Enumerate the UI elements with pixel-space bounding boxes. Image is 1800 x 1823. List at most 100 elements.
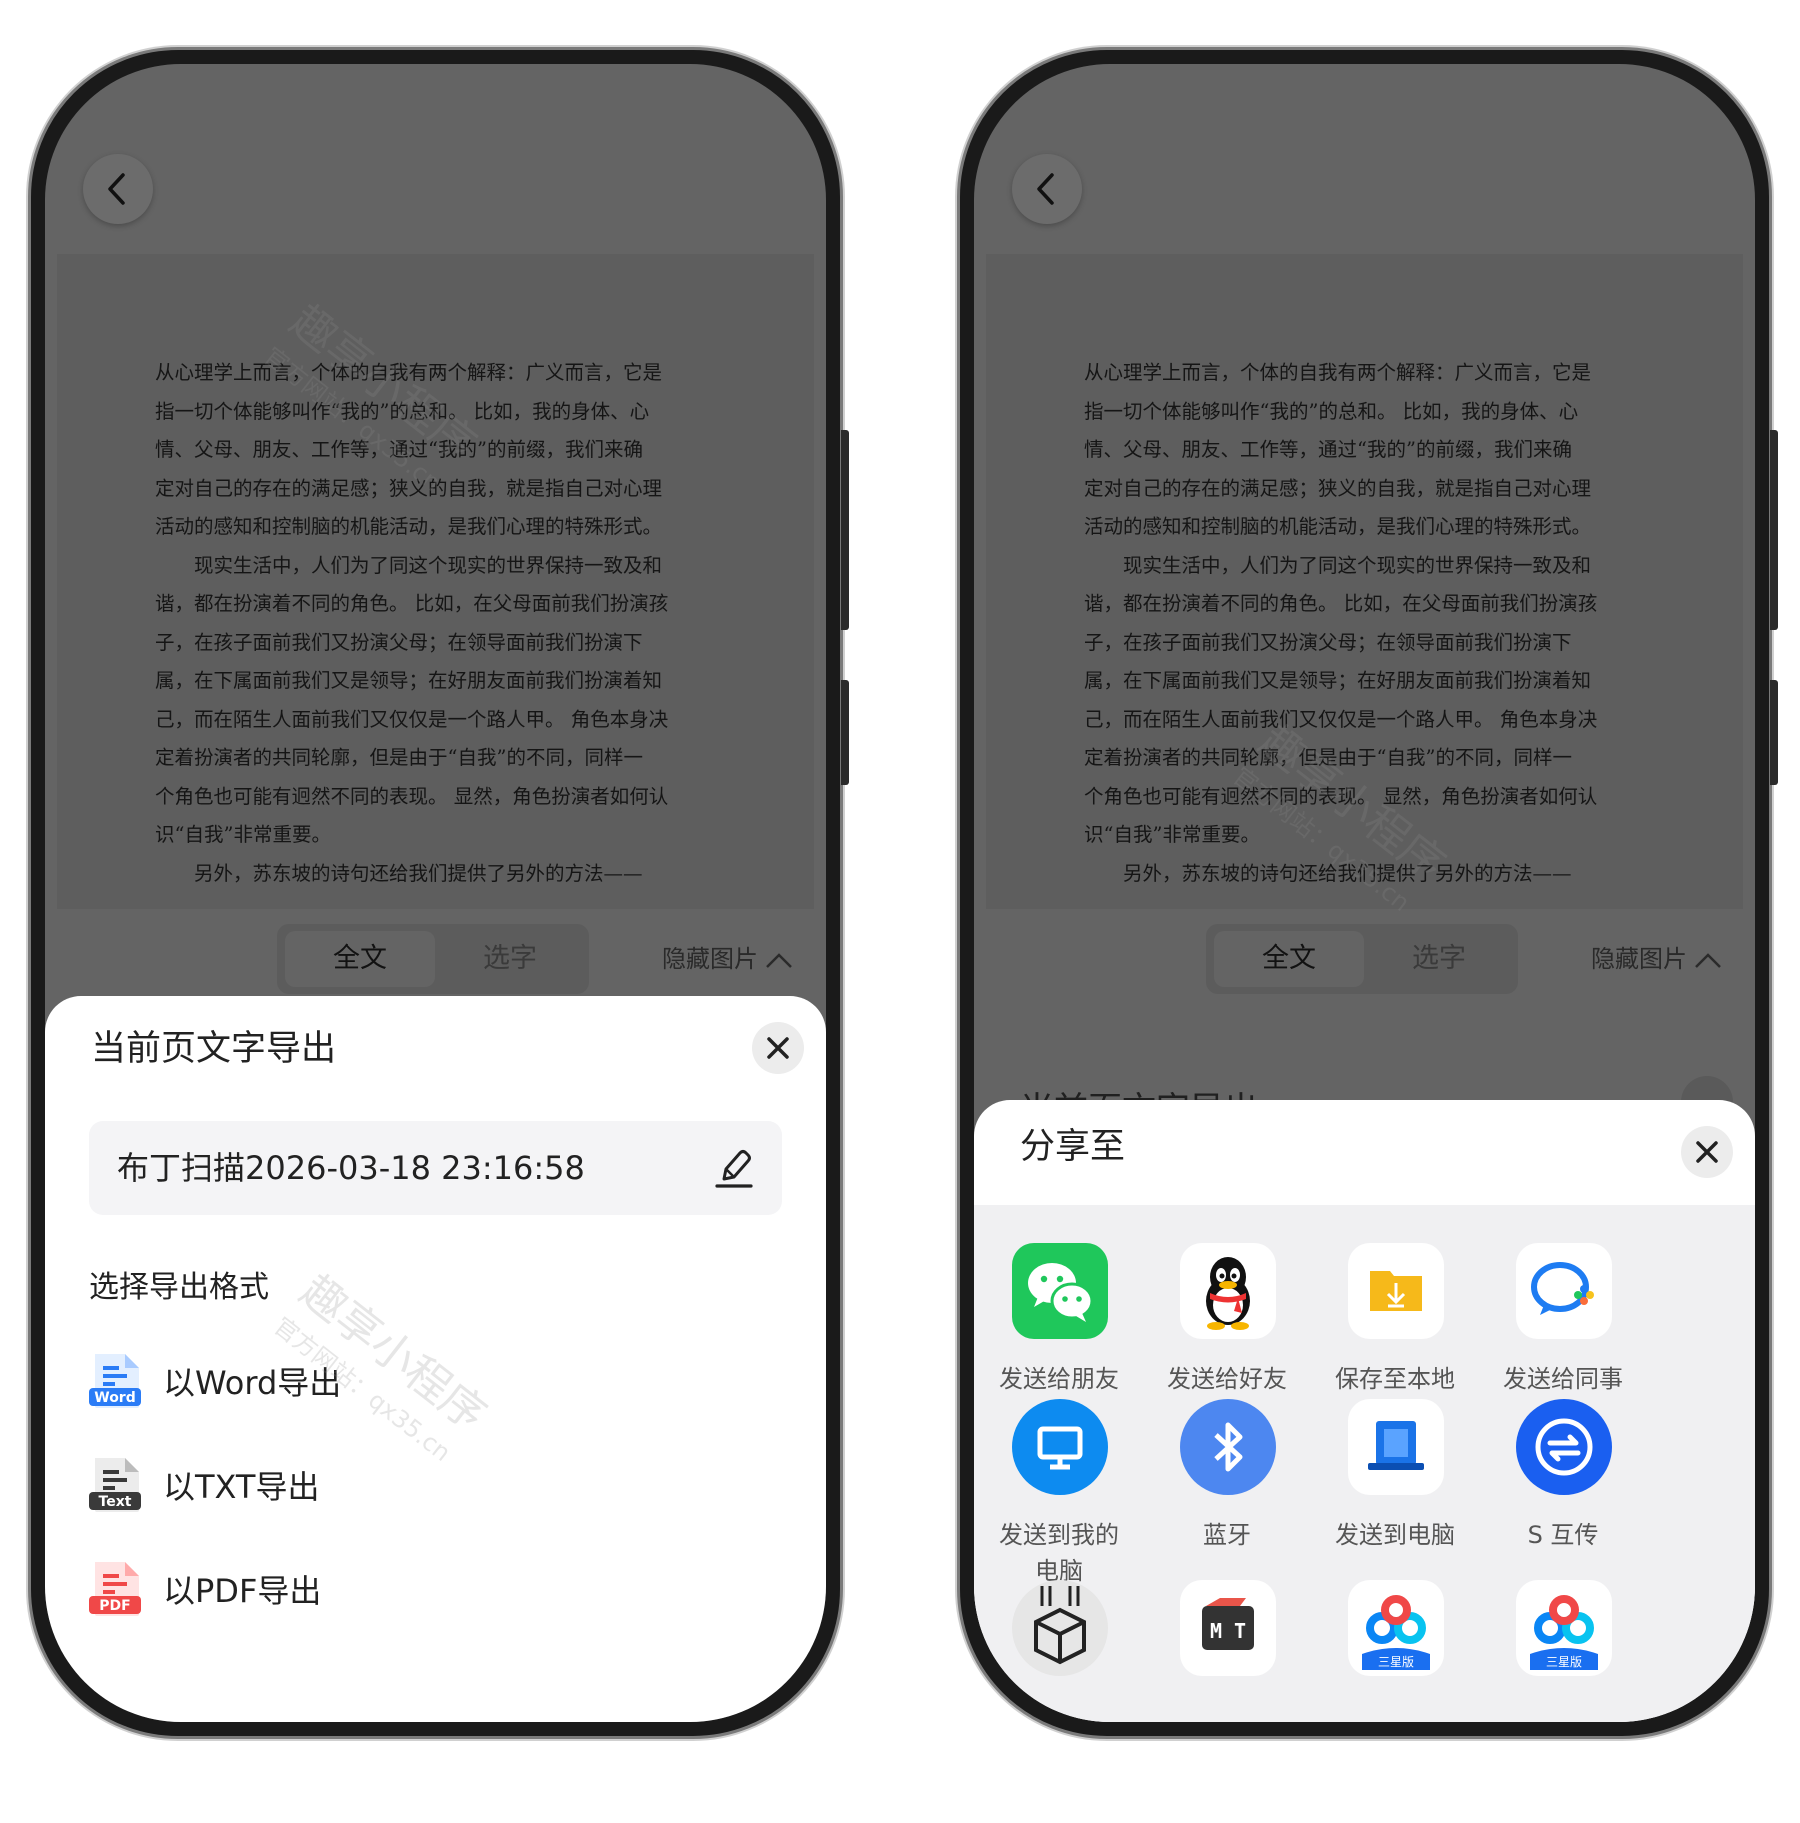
hide-images-label: 隐藏图片 (662, 945, 758, 973)
share-label: S 互传 (1527, 1521, 1599, 1549)
svg-text:三星版: 三星版 (1378, 1655, 1414, 1669)
page-text-line: 活动的感知和控制脑的机能活动，是我们心理的特殊形式。 (155, 515, 663, 538)
page-text-line: 谐，都在扮演着不同的角色。 比如，在父母面前我们扮演孩 (1084, 592, 1598, 615)
page-text-line: 识“自我”非常重要。 (1084, 823, 1260, 846)
svg-text:Text: Text (99, 1494, 132, 1510)
tab-select-text[interactable]: 选字 (1366, 931, 1512, 987)
txt-option-label: 以TXT导出 (163, 1468, 320, 1506)
screen-left: 从心理学上而言，个体的自我有两个解释：广义而言，它是 指一切个体能够叫作“我的”的… (45, 64, 826, 1722)
share-label: 发送到电脑 (1335, 1521, 1455, 1549)
page-text-line: 己，而在陌生人面前我们又仅仅是一个路人甲。 角色本身决 (155, 707, 669, 731)
page-text-line: 另外，苏东坡的诗句还给我们提供了另外的方法—— (194, 861, 643, 885)
tab-select-text[interactable]: 选字 (437, 931, 583, 987)
phone-frame-right: 从心理学上而言，个体的自我有两个解释：广义而言，它是 指一切个体能够叫作“我的”的… (957, 47, 1778, 1739)
pdf-file-icon: PDF (89, 1562, 141, 1616)
txt-file-icon: Text (89, 1458, 141, 1512)
page-text-line: 己，而在陌生人面前我们又仅仅是一个路人甲。 角色本身决 (1084, 707, 1598, 731)
chevron-left-icon (1037, 173, 1054, 205)
export-sheet: 当前页文字导出 布丁扫描2026-03-18 23:16:58 选择导出格式 W… (45, 996, 826, 1722)
page-text-line: 个角色也可能有迥然不同的表现。 显然，角色扮演者如何认 (155, 784, 669, 808)
baidu-cloud-icon: 三星版 (1516, 1580, 1612, 1676)
mt-manager-icon: M T (1180, 1580, 1276, 1676)
page-text-line: 从心理学上而言，个体的自我有两个解释：广义而言，它是 (1084, 361, 1592, 384)
hide-images-toggle[interactable]: 隐藏图片 (662, 940, 794, 978)
transfer-icon (1516, 1399, 1612, 1495)
page-text-line: 情、父母、朋友、工作等，通过“我的”的前缀，我们来确 (155, 438, 643, 461)
folder-download-icon (1348, 1243, 1444, 1339)
word-option-label: 以Word导出 (163, 1364, 342, 1402)
close-icon (767, 1037, 789, 1059)
page-text-line: 现实生活中，人们为了同这个现实的世界保持一致及和 (1123, 553, 1592, 577)
share-grid: 发送给朋友 发送给好友 保存至本地 发送给同事 发送到我的 电脑 蓝牙 发送到电… (974, 1205, 1755, 1722)
baidu-cloud-icon: 三星版 (1348, 1580, 1444, 1676)
page-text-line: 定对自己的存在的满足感；狭义的自我，就是指自己对心理 (1084, 476, 1592, 500)
filename-field[interactable]: 布丁扫描2026-03-18 23:16:58 (89, 1121, 782, 1215)
page-text-line: 定对自己的存在的满足感；狭义的自我，就是指自己对心理 (155, 476, 663, 500)
wechat-icon (1012, 1243, 1108, 1339)
document-text: 从心理学上而言，个体的自我有两个解释：广义而言，它是 指一切个体能够叫作“我的”的… (155, 354, 704, 893)
share-label: 发送给朋友 (999, 1365, 1119, 1393)
close-button[interactable] (752, 1022, 804, 1074)
word-file-icon: Word (89, 1354, 141, 1408)
chevron-up-icon (766, 953, 792, 968)
phone-frame-left: 从心理学上而言，个体的自我有两个解释：广义而言，它是 指一切个体能够叫作“我的”的… (28, 47, 849, 1739)
page-text-line: 子，在孩子面前我们又扮演父母；在领导面前我们扮演下 (1084, 630, 1572, 654)
export-word-option[interactable]: Word 以Word导出 (89, 1352, 409, 1416)
svg-text:PDF: PDF (99, 1598, 130, 1614)
share-sheet: 分享至 发送给朋友 发送给好友 保存至本地 发送给同事 发送到我的 电脑 蓝牙 … (974, 1100, 1755, 1722)
page-text-line: 定着扮演者的共同轮廓，但是由于“自我”的不同，同样一 (1084, 746, 1572, 769)
wecom-icon (1516, 1243, 1612, 1339)
share-label: 发送到我的 电脑 (999, 1521, 1119, 1585)
page-text-line: 现实生活中，人们为了同这个现实的世界保持一致及和 (194, 553, 663, 577)
page-text-line: 活动的感知和控制脑的机能活动，是我们心理的特殊形式。 (1084, 515, 1592, 538)
svg-text:M T: M T (1210, 1619, 1246, 1643)
format-section-title: 选择导出格式 (89, 1270, 269, 1305)
screen-right: 从心理学上而言，个体的自我有两个解释：广义而言，它是 指一切个体能够叫作“我的”的… (974, 64, 1755, 1722)
tab-full-text[interactable]: 全文 (285, 931, 435, 987)
page-text-line: 属，在下属面前我们又是领导；在好朋友面前我们扮演着知 (1084, 669, 1592, 692)
close-button[interactable] (1681, 1126, 1733, 1178)
mode-segmented-control: 全文 选字 (1206, 924, 1518, 994)
page-text-line: 另外，苏东坡的诗句还给我们提供了另外的方法—— (1123, 861, 1572, 885)
laptop-icon (1348, 1399, 1444, 1495)
document-page: 从心理学上而言，个体的自我有两个解释：广义而言，它是 指一切个体能够叫作“我的”的… (57, 254, 814, 909)
page-text-line: 从心理学上而言，个体的自我有两个解释：广义而言，它是 (155, 361, 663, 384)
page-text-line: 指一切个体能够叫作“我的”的总和。 比如，我的身体、心 (1084, 399, 1579, 423)
chevron-up-icon (1695, 953, 1721, 968)
document-text: 从心理学上而言，个体的自我有两个解释：广义而言，它是 指一切个体能够叫作“我的”的… (1084, 354, 1633, 893)
page-text-line: 情、父母、朋友、工作等，通过“我的”的前缀，我们来确 (1084, 438, 1572, 461)
volume-button (841, 430, 849, 630)
back-button[interactable] (1012, 154, 1082, 224)
export-pdf-option[interactable]: PDF 以PDF导出 (89, 1560, 409, 1624)
share-label: 蓝牙 (1203, 1521, 1251, 1549)
share-label: 保存至本地 (1335, 1365, 1455, 1393)
power-button (841, 680, 849, 785)
volume-button (1770, 430, 1778, 630)
hide-images-toggle[interactable]: 隐藏图片 (1591, 940, 1723, 978)
bluetooth-icon (1180, 1399, 1276, 1495)
hide-images-label: 隐藏图片 (1591, 945, 1687, 973)
svg-text:Word: Word (94, 1390, 136, 1406)
share-title: 分享至 (1020, 1127, 1126, 1167)
filename-value: 布丁扫描2026-03-18 23:16:58 (117, 1149, 585, 1187)
edit-pencil-icon[interactable] (714, 1147, 754, 1189)
tab-full-text[interactable]: 全文 (1214, 931, 1364, 987)
package-icon (1012, 1580, 1108, 1676)
power-button (1770, 680, 1778, 785)
pdf-option-label: 以PDF导出 (163, 1572, 322, 1610)
svg-text:三星版: 三星版 (1546, 1655, 1582, 1669)
back-button[interactable] (83, 154, 153, 224)
page-text-line: 识“自我”非常重要。 (155, 823, 331, 846)
monitor-icon (1012, 1399, 1108, 1495)
document-page: 从心理学上而言，个体的自我有两个解释：广义而言，它是 指一切个体能够叫作“我的”的… (986, 254, 1743, 909)
export-txt-option[interactable]: Text 以TXT导出 (89, 1456, 409, 1520)
page-text-line: 指一切个体能够叫作“我的”的总和。 比如，我的身体、心 (155, 399, 650, 423)
page-text-line: 定着扮演者的共同轮廓，但是由于“自我”的不同，同样一 (155, 746, 643, 769)
sheet-title: 当前页文字导出 (91, 1029, 337, 1069)
page-text-line: 属，在下属面前我们又是领导；在好朋友面前我们扮演着知 (155, 669, 663, 692)
page-text-line: 子，在孩子面前我们又扮演父母；在领导面前我们扮演下 (155, 630, 643, 654)
share-label: 发送给好友 (1167, 1365, 1287, 1393)
mode-segmented-control: 全文 选字 (277, 924, 589, 994)
share-label: 发送给同事 (1503, 1365, 1623, 1393)
page-text-line: 谐，都在扮演着不同的角色。 比如，在父母面前我们扮演孩 (155, 592, 669, 615)
